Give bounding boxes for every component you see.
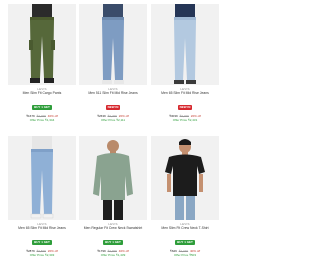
product-card[interactable]: LEVIS Men 511 Slim Fit Mid Rise Jeans NE…	[79, 4, 147, 122]
product-offer: Offer Price ₹1,344	[29, 118, 55, 122]
product-offer: Offer Price ₹503	[173, 253, 197, 257]
product-name[interactable]: Men 65 Slim Fit Mid Rise Jeans	[8, 226, 76, 230]
product-name[interactable]: Men 511 Slim Fit Mid Rise Jeans	[79, 91, 147, 95]
product-image[interactable]	[79, 136, 147, 220]
product-badge: BUY 1 GET	[175, 240, 195, 245]
product-name[interactable]: Men Regular Fit Crew Neck Sweatshirt	[79, 226, 147, 230]
product-offer: Offer Price ₹1,439	[100, 253, 126, 257]
product-image[interactable]	[79, 4, 147, 85]
product-card[interactable]: LEVIS Men 65 Slim Fit Mid Rise Jeans BUY…	[8, 136, 76, 257]
product-badge: NEW IN	[105, 105, 121, 110]
product-card[interactable]: LEVIS Men Slim Fit Crew Neck T-Shirt BUY…	[151, 136, 219, 257]
product-name[interactable]: Men Slim Fit Cargo Pants	[8, 91, 76, 95]
product-offer: Offer Price ₹2,431	[172, 118, 198, 122]
product-offer: Offer Price ₹2,303	[29, 253, 55, 257]
product-offer: Offer Price ₹2,111	[100, 118, 126, 122]
product-image[interactable]	[8, 136, 76, 220]
product-image[interactable]	[8, 4, 76, 85]
product-card[interactable]: LEVIS Men Regular Fit Crew Neck Sweatshi…	[79, 136, 147, 257]
product-badge: BUY 1 GET	[32, 105, 52, 110]
product-name[interactable]: Men Slim Fit Crew Neck T-Shirt	[151, 226, 219, 230]
product-badge: BUY 1 GET	[103, 240, 123, 245]
product-name[interactable]: Men 65 Slim Fit Mid Rise Jeans	[151, 91, 219, 95]
product-card[interactable]: LEVIS Men 65 Slim Fit Mid Rise Jeans NEW…	[151, 4, 219, 122]
product-card[interactable]: LEVIS Men Slim Fit Cargo Pants BUY 1 GET…	[8, 4, 76, 122]
product-badge: NEW IN	[177, 105, 193, 110]
product-badge: BUY 1 GET	[32, 240, 52, 245]
product-image[interactable]	[151, 4, 219, 85]
product-image[interactable]	[151, 136, 219, 220]
product-grid: LEVIS Men Slim Fit Cargo Pants BUY 1 GET…	[0, 0, 250, 257]
